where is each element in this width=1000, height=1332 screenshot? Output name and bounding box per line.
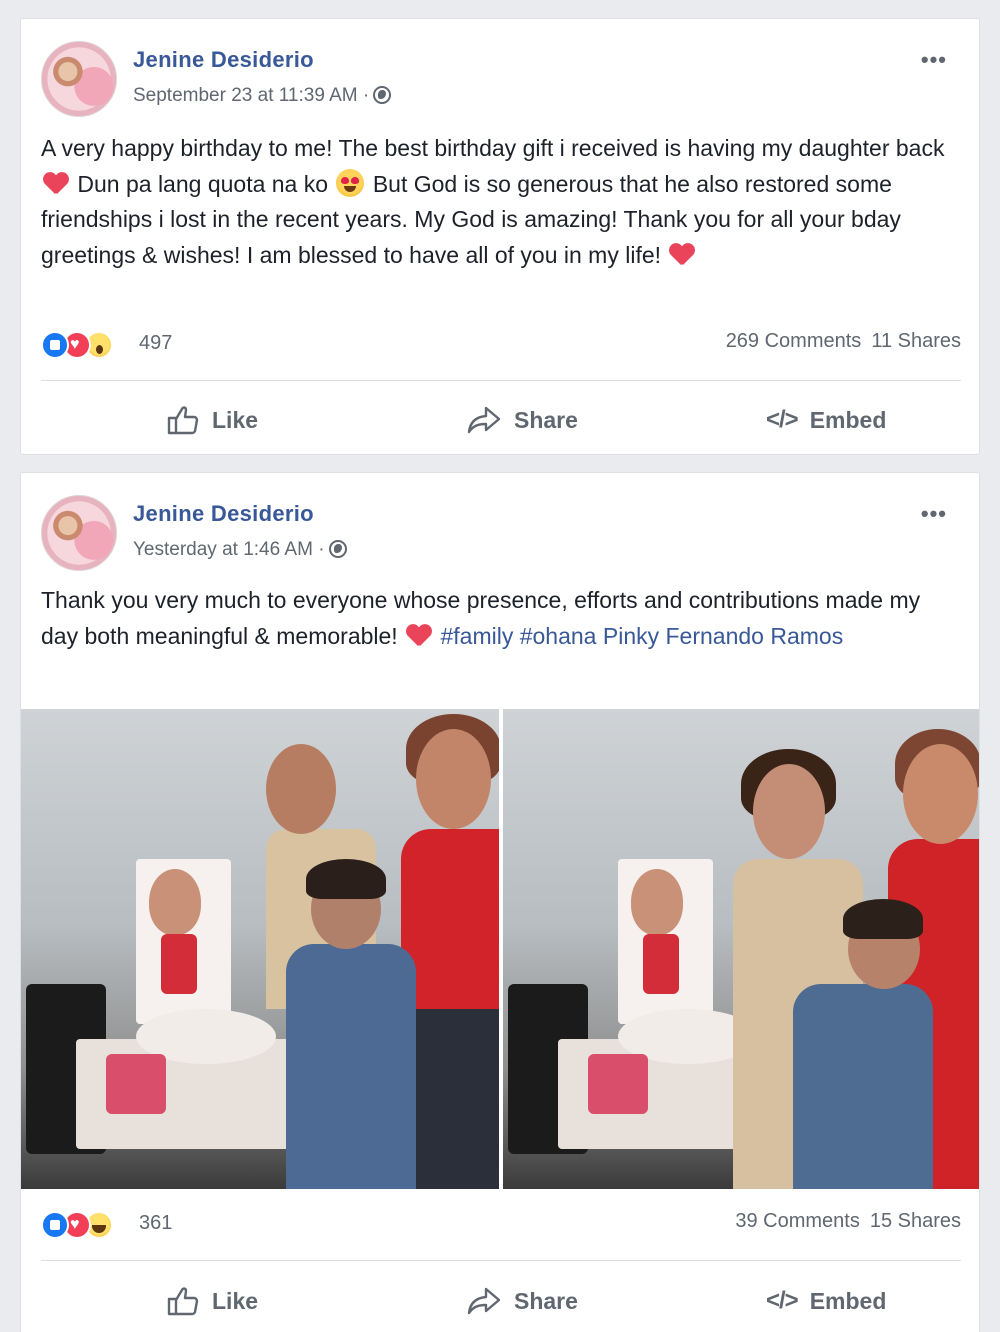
more-options-icon[interactable]: ••• xyxy=(921,503,947,525)
embed-label: Embed xyxy=(809,1287,887,1314)
engagement-counts: 269 Comments 11 Shares xyxy=(726,330,961,353)
like-label: Like xyxy=(212,406,259,433)
timestamp-text[interactable]: Yesterday at 1:46 AM · xyxy=(133,539,325,560)
comments-count[interactable]: 39 Comments xyxy=(735,1210,860,1232)
birthday-photo[interactable] xyxy=(503,709,979,1189)
birthday-photo[interactable] xyxy=(21,709,499,1189)
post-header: Jenine Desiderio Yesterday at 1:46 AM · … xyxy=(41,495,961,573)
cake-letter-shape xyxy=(588,1054,648,1114)
share-arrow-icon xyxy=(467,406,501,434)
photo-grid xyxy=(21,709,979,1189)
engagement-counts: 39 Comments 15 Shares xyxy=(735,1210,961,1233)
like-button[interactable]: Like xyxy=(166,400,258,440)
more-options-icon[interactable]: ••• xyxy=(921,49,947,71)
poster-face-shape xyxy=(631,869,683,935)
person-hair-shape xyxy=(306,859,386,899)
post-text: A very happy birthday to me! The best bi… xyxy=(41,131,961,273)
post-card: Jenine Desiderio September 23 at 11:39 A… xyxy=(20,18,980,455)
reaction-count[interactable]: 361 xyxy=(139,1212,172,1235)
share-button[interactable]: Share xyxy=(466,1281,578,1321)
like-label: Like xyxy=(212,1287,259,1314)
code-icon: </> xyxy=(766,1287,799,1314)
person-shape xyxy=(286,944,416,1189)
code-icon: </> xyxy=(766,406,799,433)
person-shape xyxy=(793,984,933,1189)
post-actions: Like Share </> Embed xyxy=(41,1271,961,1331)
person-head-shape xyxy=(753,764,825,859)
divider xyxy=(41,1260,961,1261)
person-hair-shape xyxy=(843,899,923,939)
shares-count[interactable]: 15 Shares xyxy=(870,1210,961,1232)
avatar[interactable] xyxy=(41,41,117,117)
post-stats: 361 39 Comments 15 Shares xyxy=(41,1206,961,1242)
author-name[interactable]: Jenine Desiderio xyxy=(133,501,314,527)
like-reaction-icon xyxy=(41,331,69,359)
embed-button[interactable]: </> Embed xyxy=(766,1281,886,1321)
post-text-part: Dun pa lang quota na ko xyxy=(77,170,329,197)
poster-face-shape xyxy=(149,869,201,935)
globe-icon xyxy=(373,86,392,104)
red-heart-icon xyxy=(43,173,69,195)
cake-letter-shape xyxy=(106,1054,166,1114)
thumbs-up-icon xyxy=(167,1287,199,1316)
avatar[interactable] xyxy=(41,495,117,571)
poster-dress-shape xyxy=(643,934,679,994)
embed-button[interactable]: </> Embed xyxy=(766,400,886,440)
tagged-person-link[interactable]: Pinky Fernando Ramos xyxy=(603,623,843,649)
like-reaction-icon xyxy=(41,1211,69,1239)
globe-icon xyxy=(328,540,347,558)
post-timestamp[interactable]: Yesterday at 1:46 AM · xyxy=(133,539,347,561)
share-label: Share xyxy=(514,406,578,433)
post-header: Jenine Desiderio September 23 at 11:39 A… xyxy=(41,41,961,119)
person-head-shape xyxy=(266,744,336,834)
shares-count[interactable]: 11 Shares xyxy=(871,330,961,352)
reaction-count[interactable]: 497 xyxy=(139,332,172,355)
heart-eyes-emoji-icon xyxy=(336,168,365,197)
person-head-shape xyxy=(416,729,491,829)
post-timestamp[interactable]: September 23 at 11:39 AM · xyxy=(133,85,392,107)
share-button[interactable]: Share xyxy=(466,400,578,440)
share-label: Share xyxy=(514,1287,578,1314)
red-heart-icon xyxy=(406,625,432,647)
share-arrow-icon xyxy=(467,1287,501,1315)
hashtags-link[interactable]: #family #ohana xyxy=(440,623,596,649)
person-head-shape xyxy=(903,744,978,844)
comments-count[interactable]: 269 Comments xyxy=(726,330,862,352)
post-stats: 497 269 Comments 11 Shares xyxy=(41,326,961,362)
post-actions: Like Share </> Embed xyxy=(41,390,961,450)
red-heart-icon xyxy=(669,244,695,266)
post-text: Thank you very much to everyone whose pr… xyxy=(41,583,961,654)
embed-label: Embed xyxy=(809,406,887,433)
thumbs-up-icon xyxy=(167,406,199,435)
post-card: Jenine Desiderio Yesterday at 1:46 AM · … xyxy=(20,472,980,1332)
author-name[interactable]: Jenine Desiderio xyxy=(133,47,314,73)
post-text-part: A very happy birthday to me! The best bi… xyxy=(41,135,945,161)
divider xyxy=(41,380,961,381)
timestamp-text[interactable]: September 23 at 11:39 AM · xyxy=(133,85,369,106)
like-button[interactable]: Like xyxy=(166,1281,258,1321)
poster-dress-shape xyxy=(161,934,197,994)
